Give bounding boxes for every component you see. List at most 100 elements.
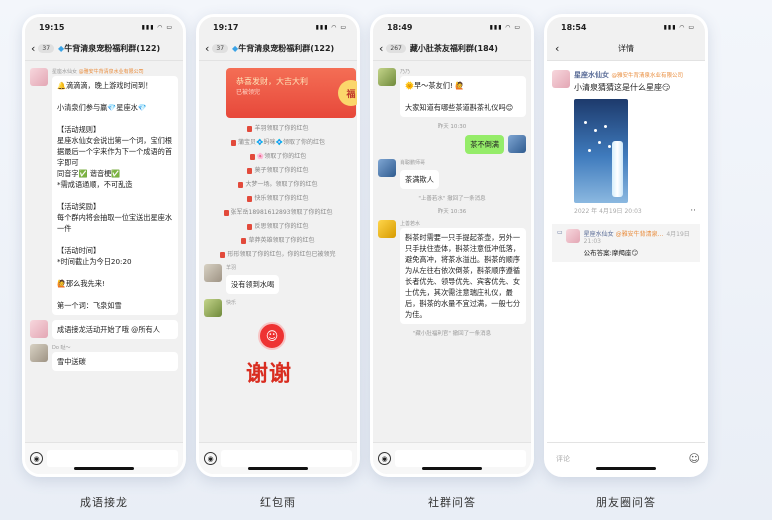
back-icon[interactable]: ‹ — [205, 42, 209, 55]
red-packet-icon — [247, 195, 253, 202]
sticker-face-icon: ☺ — [258, 322, 286, 350]
status-bar: 19:15 ▮▮▮ ◠ ▭ — [25, 17, 183, 37]
recall-notice: "藏小肚福利官" 撤回了一条消息 — [412, 331, 492, 337]
message: 成语接龙活动开始了哦 @所有人 — [30, 320, 178, 339]
status-time: 19:15 — [39, 22, 65, 32]
chat-title: 藏小肚茶友福利群(184) — [409, 44, 498, 53]
voice-icon[interactable]: ◉ — [378, 452, 391, 465]
claim-text: 大梦一场。领取了你的红包 — [245, 181, 318, 188]
timestamp: 昨天 10:30 — [437, 124, 467, 130]
status-time: 18:49 — [387, 22, 413, 32]
avatar[interactable] — [508, 135, 526, 153]
claim-notice: 草莽英雄领取了你的红包 — [204, 235, 352, 244]
message-input[interactable] — [47, 450, 178, 467]
claim-notice: 反思领取了你的红包 — [204, 221, 352, 230]
red-packet-title: 恭喜发财，大吉大利 — [236, 77, 308, 86]
message-bubble[interactable]: 成语接龙活动开始了哦 @所有人 — [52, 320, 178, 339]
red-packet-icon — [231, 139, 237, 146]
avatar[interactable] — [378, 159, 396, 177]
poster-name[interactable]: 星座水仙女 — [574, 71, 609, 79]
unread-count: 37 — [38, 44, 55, 53]
red-packet-icon — [247, 167, 253, 174]
home-indicator — [596, 467, 656, 470]
emoji-icon[interactable]: ☺ — [689, 452, 700, 465]
red-packet-icon — [220, 251, 226, 258]
red-packet-icon — [241, 237, 247, 244]
comment-text: 公布答案:摩羯座😏 — [583, 249, 639, 257]
chat-body: 恭喜发财，大吉大利 已被领完 福 羊羽领取了你的红包蒲宝贝💠蚂咪💠领取了你的红包 🌸领… — [199, 64, 357, 442]
comment: ▭ 星座水仙女 @雅安牛背清泉... 4月19日 21:03 公布答案:摩羯座😏 — [552, 224, 700, 262]
avatar[interactable] — [30, 344, 48, 362]
chat-header: ‹ 37 ◆ 牛背清泉宠粉福利群(122) — [25, 37, 183, 61]
sender-name: 肖聪鹏师哥 — [400, 160, 426, 166]
phone-community-qa: 18:49 ▮▮▮ ◠ ▭ ‹ 267 藏小肚茶友福利群(184) 乃乃 🌞早～茶友们!… — [370, 14, 534, 477]
avatar[interactable] — [204, 264, 222, 282]
voice-icon[interactable]: ◉ — [30, 452, 43, 465]
more-icon[interactable]: ·· — [690, 206, 696, 216]
message-bubble[interactable]: 茶满欺人 — [400, 170, 439, 189]
sender-name: 上善若水 — [400, 221, 421, 227]
recall-notice: "上善若水" 撤回了一条消息 — [418, 196, 486, 202]
caption-idiom: 成语接龙 — [80, 496, 128, 509]
message: 快乐 — [204, 299, 352, 317]
claim-notice: 蒲宝贝💠蚂咪💠领取了你的红包 — [204, 137, 352, 146]
avatar[interactable] — [565, 229, 580, 243]
red-packet-icon — [223, 209, 229, 216]
red-packet-icon — [249, 153, 255, 160]
chat-header: ‹ 267 藏小肚茶友福利群(184) — [373, 37, 531, 61]
avatar[interactable] — [204, 299, 222, 317]
sender-name: Do 哒～ — [52, 345, 71, 351]
commenter-name[interactable]: 星座水仙女 — [584, 231, 614, 238]
water-bottle-image — [612, 141, 623, 197]
back-icon[interactable]: ‹ — [379, 42, 383, 55]
avatar[interactable] — [378, 220, 396, 238]
chat-header: ‹ 37 ◆ 牛背清泉宠粉福利群(122) — [199, 37, 357, 61]
claim-text: 🌸领取了你的红包 — [256, 153, 307, 160]
claim-notice: 莫子领取了你的红包 — [204, 165, 352, 174]
signal-icon: ▮▮▮ ◠ ▭ — [315, 23, 347, 31]
back-icon[interactable]: ‹ — [555, 42, 559, 55]
message-input[interactable] — [395, 450, 526, 467]
message-bubble[interactable]: 🌞早～茶友们! 🙋 大家知道有哪些茶道斟茶礼仪吗😊 — [400, 76, 526, 117]
constellation-image[interactable] — [574, 99, 628, 203]
claim-text: 蒲宝贝💠蚂咪💠领取了你的红包 — [238, 139, 325, 146]
signal-icon: ▮▮▮ ◠ ▭ — [663, 23, 695, 31]
claim-notice: 张军岳18981612893领取了你的红包 — [204, 207, 352, 216]
company-tag: @雅安牛背清泉水业有限公司 — [611, 73, 683, 79]
caption-redpacket: 红包雨 — [260, 496, 296, 509]
phone-redpacket: 19:17 ▮▮▮ ◠ ▭ ‹ 37 ◆ 牛背清泉宠粉福利群(122) 恭喜发财，大吉大… — [196, 14, 360, 477]
caption-community: 社群问答 — [428, 496, 476, 509]
claim-text: 莫子领取了你的红包 — [254, 167, 309, 174]
avatar[interactable] — [552, 70, 570, 88]
avatar[interactable] — [30, 320, 48, 338]
red-packet-icon — [238, 181, 244, 188]
message-bubble[interactable]: 斟茶时需要一只手提起茶壶，另外一只手扶住壶体，斟茶注意低冲低落，避免高冲，将茶水… — [400, 228, 526, 324]
message-input[interactable] — [221, 450, 352, 467]
claim-notice: 快乐领取了你的红包 — [204, 193, 352, 202]
sender-name: 快乐 — [226, 300, 237, 306]
claim-notice: 🌸领取了你的红包 — [204, 151, 352, 160]
message: 羊羽 没有领到水喝 — [204, 264, 352, 294]
avatar[interactable] — [378, 68, 396, 86]
message: 星座水仙女 @雅安牛背清泉水业有限公司 🔔滴滴滴，晚上游戏时间到！ 小清泉们参与赢… — [30, 68, 178, 315]
phone-moments-qa: 18:54 ▮▮▮ ◠ ▭ ‹ 详情 星座水仙女 @雅安牛背清泉水业有限公司 小清泉猜… — [544, 14, 708, 477]
back-icon[interactable]: ‹ — [31, 42, 35, 55]
claim-list: 羊羽领取了你的红包蒲宝贝💠蚂咪💠领取了你的红包 🌸领取了你的红包 莫子领取了你的红包… — [204, 123, 352, 258]
voice-icon[interactable]: ◉ — [204, 452, 217, 465]
message: 上善若水 斟茶时需要一只手提起茶壶，另外一只手扶住壶体，斟茶注意低冲低落，避免高冲… — [378, 220, 526, 324]
message-bubble[interactable]: 没有领到水喝 — [226, 275, 280, 294]
company-tag: @雅安牛背清泉水业有限公司 — [78, 69, 144, 75]
home-indicator — [74, 467, 134, 470]
red-packet[interactable]: 恭喜发财，大吉大利 已被领完 福 — [226, 68, 357, 118]
claim-text: 羊羽领取了你的红包 — [254, 125, 309, 132]
avatar[interactable] — [30, 68, 48, 86]
comment-input[interactable]: 评论 — [552, 450, 683, 467]
message-bubble[interactable]: 🔔滴滴滴，晚上游戏时间到！ 小清泉们参与赢💎星座水💎 【活动规则】 星座水仙女会… — [52, 76, 178, 315]
red-packet-status: 已被领完 — [236, 89, 261, 96]
message-bubble[interactable]: 雪中送碳 — [52, 352, 178, 371]
message-bubble[interactable]: 茶不倒满 — [465, 135, 504, 154]
message: Do 哒～ 雪中送碳 — [30, 344, 178, 371]
post-text: 小清泉猜猜这是什么星座😏 — [574, 83, 671, 92]
claim-text: 草莽英雄领取了你的红包 — [248, 237, 315, 244]
sender-name: 乃乃 — [400, 69, 411, 75]
